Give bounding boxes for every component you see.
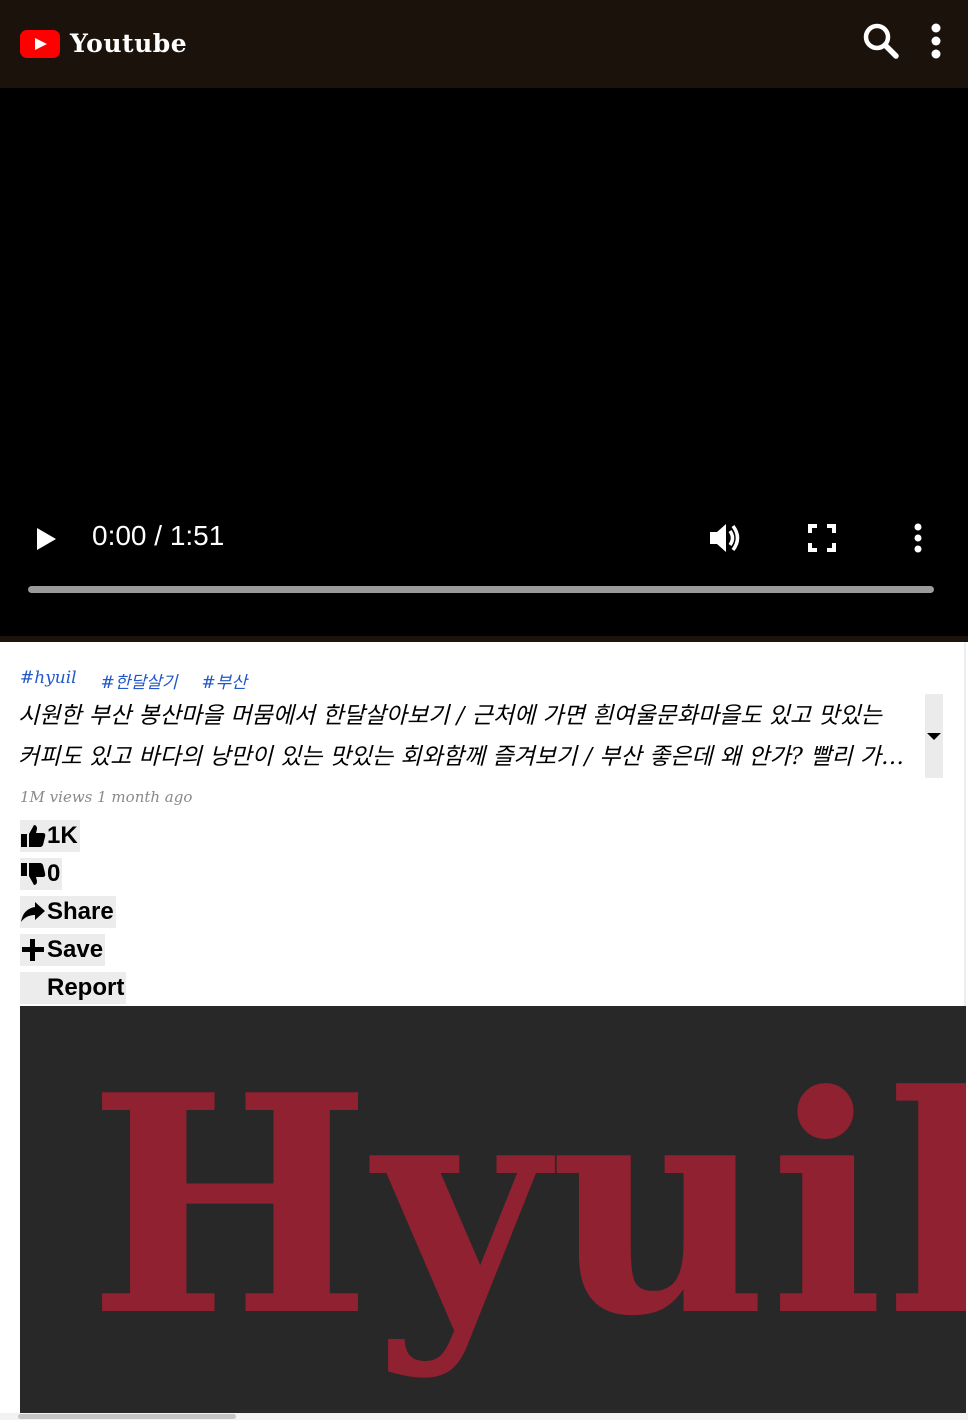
youtube-logo-icon	[20, 29, 60, 58]
dislike-button[interactable]: 0	[20, 858, 63, 890]
top-app-bar: Youtube	[0, 0, 968, 88]
video-title: 시원한 부산 봉산마을 머뭄에서 한달살아보기 / 근처에 가면 흰여울문화마을…	[18, 703, 903, 770]
flag-icon	[20, 975, 46, 1001]
volume-icon[interactable]	[706, 518, 746, 558]
video-player[interactable]: 0:00 / 1:51	[0, 88, 968, 636]
scrollbar-thumb[interactable]	[18, 1414, 236, 1419]
app-logo[interactable]: Youtube	[20, 29, 187, 58]
caret-down-icon	[927, 733, 941, 740]
report-button[interactable]: Report	[20, 972, 127, 1004]
video-time: 0:00 / 1:51	[92, 520, 225, 551]
thumbs-down-icon	[21, 863, 46, 885]
channel-thumbnail[interactable]: Hyuil	[20, 1006, 966, 1420]
like-button[interactable]: 1K	[20, 820, 80, 852]
tag-link[interactable]: #hyuil	[20, 668, 77, 693]
like-count: 1K	[47, 822, 78, 849]
thumbnail-logo-text: Hyuil	[88, 1029, 966, 1382]
dislike-count: 0	[47, 860, 61, 887]
video-progress-bar[interactable]	[28, 586, 934, 593]
fullscreen-icon[interactable]	[806, 522, 838, 554]
share-label: Share	[47, 898, 114, 925]
report-label: Report	[47, 974, 125, 1001]
tag-list: #hyuil #한달살기 #부산	[20, 668, 247, 693]
share-icon	[21, 902, 45, 922]
tag-link[interactable]: #한달살기	[101, 668, 178, 693]
save-label: Save	[47, 936, 104, 963]
expand-description-button[interactable]	[925, 694, 943, 778]
app-title: Youtube	[70, 29, 188, 58]
plus-icon	[22, 939, 44, 961]
play-icon[interactable]	[30, 524, 60, 554]
share-button[interactable]: Share	[20, 896, 116, 928]
search-icon[interactable]	[862, 22, 900, 60]
thumbs-up-icon	[21, 825, 46, 847]
video-meta: 1M views 1 month ago	[20, 788, 193, 806]
tag-link[interactable]: #부산	[201, 668, 247, 693]
more-vertical-icon[interactable]	[922, 20, 950, 62]
player-more-icon[interactable]	[906, 518, 930, 558]
horizontal-scrollbar[interactable]	[0, 1413, 968, 1420]
save-button[interactable]: Save	[20, 934, 106, 966]
video-info: #hyuil #한달살기 #부산 시원한 부산 봉산마을 머뭄에서 한달살아보기…	[0, 642, 966, 1420]
